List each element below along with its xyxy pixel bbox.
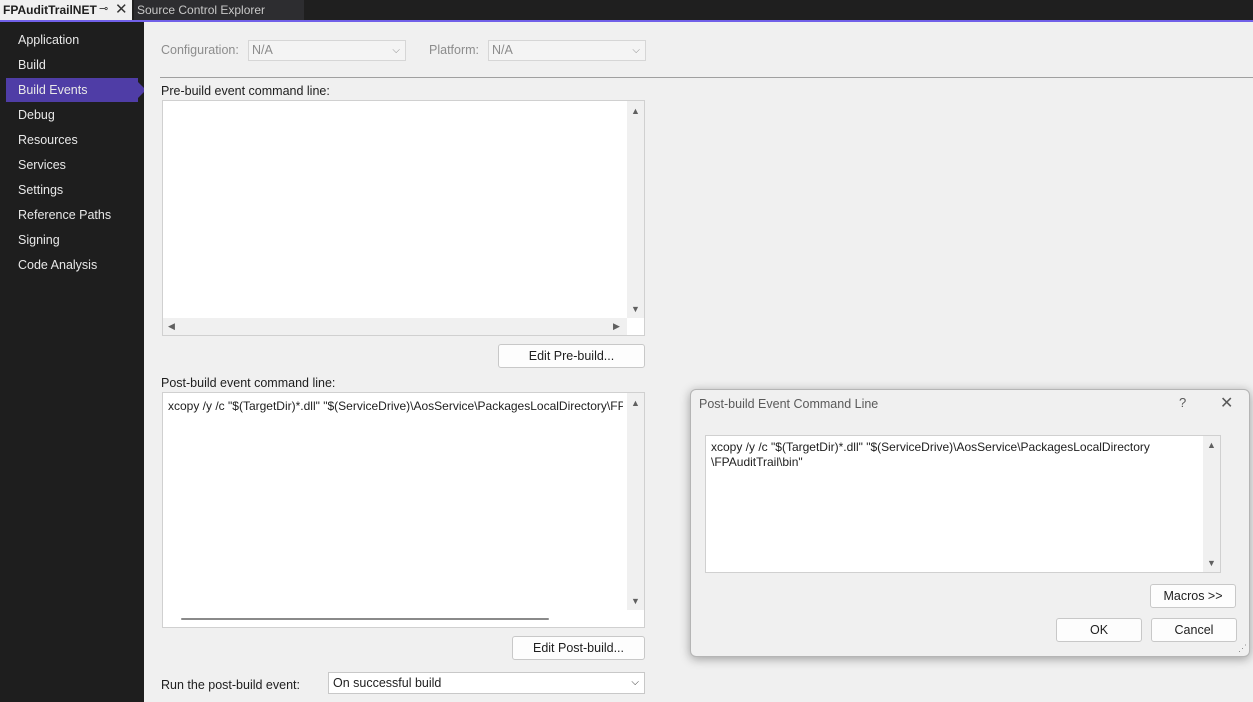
resize-grip-icon[interactable]: ⋰ bbox=[1238, 643, 1247, 654]
tab-title: FPAuditTrailNET bbox=[3, 3, 97, 17]
edit-postbuild-button[interactable]: Edit Post-build... bbox=[512, 636, 645, 660]
postbuild-label: Post-build event command line: bbox=[161, 376, 336, 390]
sidebar-item-build[interactable]: Build bbox=[6, 53, 138, 77]
edit-prebuild-button[interactable]: Edit Pre-build... bbox=[498, 344, 645, 368]
sidebar-item-application[interactable]: Application bbox=[6, 28, 138, 52]
command-line-textbox[interactable]: xcopy /y /c "$(TargetDir)*.dll" "$(Servi… bbox=[705, 435, 1221, 573]
separator bbox=[160, 77, 1253, 78]
document-tab-strip: FPAuditTrailNET ⊸ ✕ Source Control Explo… bbox=[0, 0, 1253, 22]
run-event-select[interactable]: On successful build ⌵ bbox=[328, 672, 645, 694]
cancel-button[interactable]: Cancel bbox=[1151, 618, 1237, 642]
chevron-down-icon: ⌵ bbox=[632, 45, 640, 56]
postbuild-textbox[interactable]: xcopy /y /c "$(TargetDir)*.dll" "$(Servi… bbox=[162, 392, 645, 628]
scroll-up-icon[interactable]: ▲ bbox=[631, 398, 640, 408]
prebuild-textbox[interactable]: ▲ ▼ ◀ ▶ bbox=[162, 100, 645, 336]
scroll-up-icon[interactable]: ▲ bbox=[631, 106, 640, 116]
horizontal-scrollbar[interactable] bbox=[163, 610, 627, 627]
macros-button[interactable]: Macros >> bbox=[1150, 584, 1236, 608]
scroll-down-icon[interactable]: ▼ bbox=[631, 304, 640, 314]
postbuild-command-dialog: Post-build Event Command Line ? ✕ xcopy … bbox=[690, 389, 1250, 657]
vertical-scrollbar[interactable]: ▲ ▼ bbox=[627, 393, 644, 610]
ok-button[interactable]: OK bbox=[1056, 618, 1142, 642]
scroll-left-icon[interactable]: ◀ bbox=[168, 321, 175, 332]
close-icon[interactable]: ✕ bbox=[1220, 393, 1233, 413]
platform-select[interactable]: N/A ⌵ bbox=[488, 40, 646, 61]
sidebar-item-resources[interactable]: Resources bbox=[6, 128, 138, 152]
scroll-right-icon[interactable]: ▶ bbox=[613, 321, 620, 332]
dialog-title: Post-build Event Command Line bbox=[699, 397, 879, 411]
prebuild-label: Pre-build event command line: bbox=[161, 84, 330, 98]
sidebar-item-settings[interactable]: Settings bbox=[6, 178, 138, 202]
configuration-value: N/A bbox=[252, 43, 273, 57]
sidebar-item-services[interactable]: Services bbox=[6, 153, 138, 177]
vertical-scrollbar[interactable]: ▲ ▼ bbox=[1203, 436, 1220, 572]
scroll-thumb[interactable] bbox=[181, 618, 549, 620]
help-icon[interactable]: ? bbox=[1179, 395, 1186, 410]
tab-fpaudittrailnet[interactable]: FPAuditTrailNET ⊸ ✕ bbox=[0, 0, 132, 20]
sidebar-item-reference-paths[interactable]: Reference Paths bbox=[6, 203, 138, 227]
platform-value: N/A bbox=[492, 43, 513, 57]
horizontal-scrollbar[interactable]: ◀ ▶ bbox=[163, 318, 627, 335]
platform-label: Platform: bbox=[429, 43, 480, 57]
tab-title: Source Control Explorer bbox=[137, 3, 266, 17]
pin-icon[interactable]: ⊸ bbox=[99, 2, 108, 15]
chevron-down-icon: ⌵ bbox=[631, 677, 639, 688]
command-line-text: xcopy /y /c "$(TargetDir)*.dll" "$(Servi… bbox=[711, 440, 1150, 469]
scroll-down-icon[interactable]: ▼ bbox=[1207, 558, 1216, 568]
run-event-value: On successful build bbox=[333, 676, 442, 690]
vertical-scrollbar[interactable]: ▲ ▼ bbox=[627, 101, 644, 318]
sidebar-item-build-events[interactable]: Build Events bbox=[6, 78, 146, 102]
postbuild-text: xcopy /y /c "$(TargetDir)*.dll" "$(Servi… bbox=[168, 399, 623, 413]
configuration-label: Configuration: bbox=[161, 43, 239, 57]
close-tab-icon[interactable]: ✕ bbox=[115, 0, 128, 18]
chevron-down-icon: ⌵ bbox=[392, 45, 400, 56]
scroll-down-icon[interactable]: ▼ bbox=[631, 596, 640, 606]
scroll-up-icon[interactable]: ▲ bbox=[1207, 440, 1216, 450]
project-properties-sidebar: Application Build Build Events Debug Res… bbox=[0, 22, 146, 702]
sidebar-item-debug[interactable]: Debug bbox=[6, 103, 138, 127]
sidebar-item-code-analysis[interactable]: Code Analysis bbox=[6, 253, 138, 277]
configuration-select[interactable]: N/A ⌵ bbox=[248, 40, 406, 61]
tab-source-control-explorer[interactable]: Source Control Explorer bbox=[134, 0, 304, 20]
run-event-label: Run the post-build event: bbox=[161, 678, 300, 692]
sidebar-item-signing[interactable]: Signing bbox=[6, 228, 138, 252]
